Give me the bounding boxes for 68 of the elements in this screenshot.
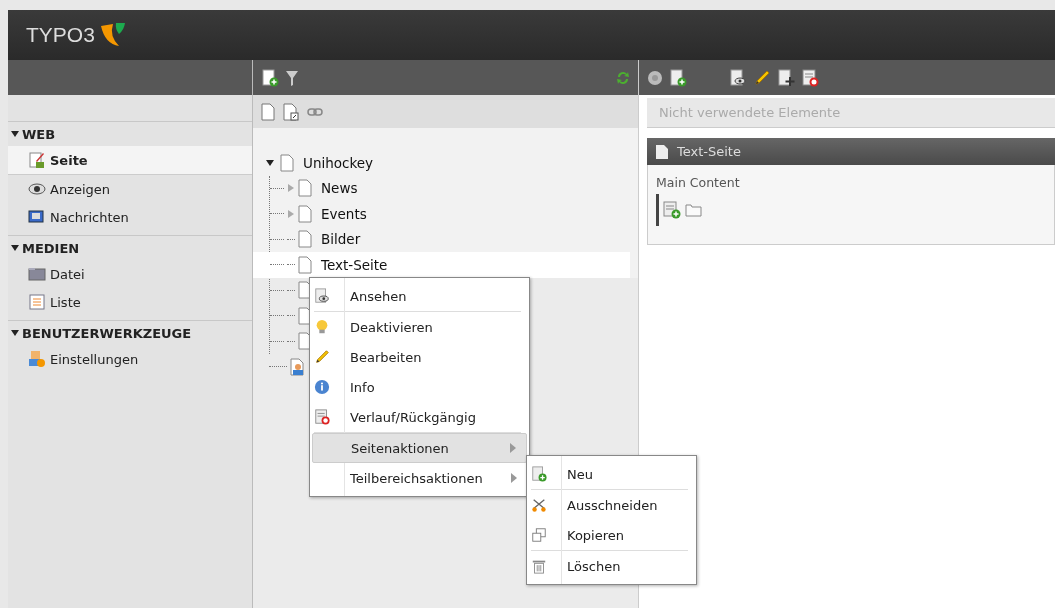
menu-item[interactable]: Ansehen xyxy=(312,281,527,311)
module-item[interactable]: Nachrichten xyxy=(8,203,252,231)
caret-icon[interactable] xyxy=(11,244,19,252)
pencil-icon xyxy=(314,348,330,366)
monitor-icon xyxy=(28,208,46,226)
list-icon xyxy=(28,293,46,311)
eye-icon xyxy=(28,180,46,198)
new-page-icon[interactable] xyxy=(261,68,279,87)
view-icon[interactable] xyxy=(729,68,747,87)
module-item[interactable]: Anzeigen xyxy=(8,175,252,203)
caret-icon[interactable] xyxy=(11,130,19,138)
page-icon xyxy=(298,255,312,274)
user-icon xyxy=(28,350,46,368)
history-icon[interactable] xyxy=(801,68,819,87)
module-item[interactable]: Datei xyxy=(8,260,252,288)
logo-icon xyxy=(98,22,127,48)
module-group-title[interactable]: MEDIEN xyxy=(22,240,80,256)
tree-node[interactable]: Bilder xyxy=(321,231,361,248)
folder-icon xyxy=(28,265,46,283)
logo-text: TYPO3 xyxy=(26,23,95,47)
module-item[interactable]: Seite xyxy=(8,146,252,175)
menu-item[interactable]: Neu xyxy=(529,459,694,489)
page-icon[interactable] xyxy=(261,102,275,121)
module-group-title[interactable]: BENUTZERWERKZEUGE xyxy=(22,325,192,341)
menu-item[interactable]: Kopieren xyxy=(529,520,694,550)
menu-item[interactable]: Ausschneiden xyxy=(529,490,694,520)
new-page-icon[interactable] xyxy=(669,68,687,87)
menu-item[interactable]: Verlauf/Rückgängig xyxy=(312,402,527,432)
move-page-icon[interactable] xyxy=(777,68,795,87)
page-icon xyxy=(298,230,312,249)
menu-item[interactable]: Bearbeiten xyxy=(312,342,527,372)
submenu-arrow-icon xyxy=(511,473,517,483)
copy-icon xyxy=(531,526,547,544)
page-icon xyxy=(298,179,312,198)
tree-node[interactable]: Events xyxy=(321,205,367,222)
page-title: Text-Seite xyxy=(677,144,741,159)
user-page-icon xyxy=(290,357,306,376)
module-item[interactable]: Liste xyxy=(8,288,252,316)
filter-icon[interactable] xyxy=(285,68,299,87)
submenu-item[interactable]: Teilbereichsaktionen xyxy=(312,463,527,493)
tree-node[interactable]: Unihockey xyxy=(303,154,374,171)
page-icon xyxy=(298,204,312,223)
menu-item[interactable]: Info xyxy=(312,372,527,402)
module-item[interactable]: Einstellungen xyxy=(8,345,252,373)
pencil-icon[interactable] xyxy=(753,68,771,87)
info-icon xyxy=(314,378,330,396)
submenu-item[interactable]: Seitenaktionen xyxy=(312,433,527,463)
selected-row[interactable]: Text-Seite xyxy=(253,252,630,278)
view-icon xyxy=(314,287,330,305)
menu-item[interactable]: Löschen xyxy=(529,551,694,581)
refresh-icon[interactable] xyxy=(616,69,630,86)
page-shortcut-icon[interactable] xyxy=(283,102,299,121)
page-edit-icon xyxy=(28,151,46,169)
lightbulb-icon xyxy=(314,318,330,336)
new-content-icon[interactable] xyxy=(663,201,681,219)
page-icon xyxy=(280,153,294,172)
history-icon xyxy=(314,408,330,426)
page-icon xyxy=(655,143,669,160)
new-page-icon xyxy=(531,465,547,483)
submenu-arrow-icon xyxy=(510,443,516,453)
caret-icon[interactable] xyxy=(11,329,19,337)
link-icon[interactable] xyxy=(307,106,323,117)
column-title: Main Content xyxy=(656,175,741,190)
module-group-title[interactable]: WEB xyxy=(22,126,56,142)
tree-node[interactable]: News xyxy=(321,180,358,197)
menu-item[interactable]: Deaktivieren xyxy=(312,312,527,342)
scissors-icon xyxy=(531,496,547,514)
caret-icon[interactable] xyxy=(265,157,275,168)
